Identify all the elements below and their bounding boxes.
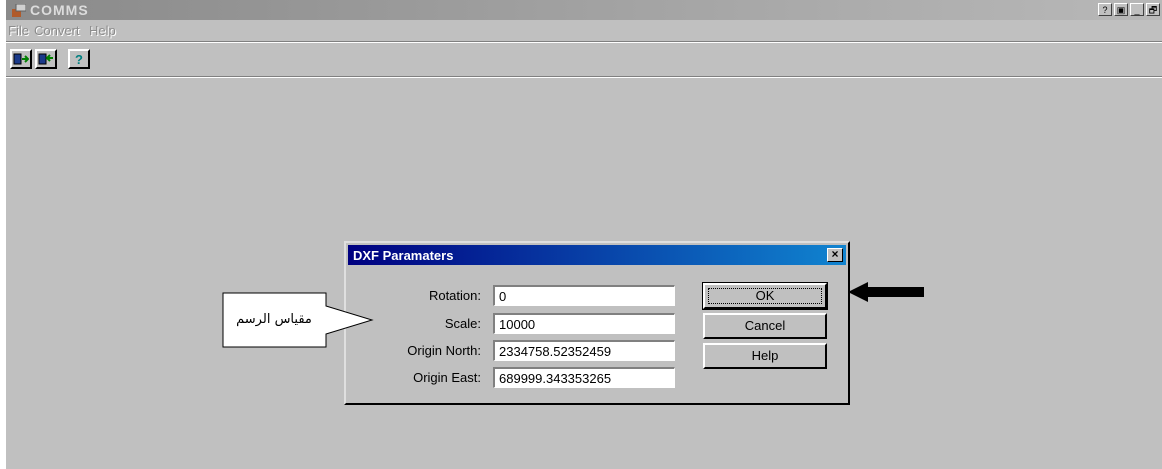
ok-button[interactable]: OK <box>702 282 828 310</box>
menu-divider <box>6 41 1162 43</box>
app-icon <box>12 4 26 17</box>
app-title: COMMS <box>30 2 89 18</box>
window-controls: ? ▣ _ 🗗 <box>1098 3 1160 16</box>
help-icon: ? <box>75 52 83 66</box>
rotation-input[interactable] <box>493 285 675 306</box>
context-help-button[interactable]: ? <box>1098 3 1112 16</box>
origin-north-input[interactable] <box>493 340 675 361</box>
maximize-button[interactable]: 🗗 <box>1146 3 1160 16</box>
callout-text: مقياس الرسم <box>236 312 312 327</box>
import-button[interactable] <box>10 49 32 69</box>
origin-east-input[interactable] <box>493 367 675 388</box>
dialog-titlebar[interactable]: DXF Paramaters × <box>348 245 846 265</box>
dialog-title: DXF Paramaters <box>353 248 454 263</box>
menu-convert[interactable]: Convert <box>34 23 80 38</box>
scale-callout: مقياس الرسم <box>222 292 382 348</box>
menu-file[interactable]: File <box>8 23 29 38</box>
export-icon <box>38 53 53 65</box>
help-button[interactable]: Help <box>703 343 827 369</box>
origin-east-label: Origin East: <box>413 370 481 385</box>
minimize-button[interactable]: _ <box>1130 3 1144 16</box>
help-button-label: Help <box>751 348 779 363</box>
svg-text:?: ? <box>75 52 83 66</box>
menu-help[interactable]: Help <box>89 23 116 38</box>
close-icon: × <box>831 247 839 261</box>
scale-input[interactable] <box>493 313 675 334</box>
cancel-button-label: Cancel <box>744 318 786 333</box>
restore-icon-button[interactable]: ▣ <box>1114 3 1128 16</box>
dxf-parameters-dialog: DXF Paramaters × Rotation: Scale: Origin… <box>344 241 850 405</box>
menu-bar: File Convert Help <box>6 21 1162 41</box>
focus-rectangle <box>708 288 822 304</box>
help-toolbar-button[interactable]: ? <box>68 49 90 69</box>
toolbar-divider <box>6 76 1162 78</box>
export-button[interactable] <box>35 49 57 69</box>
pointing-arrow-icon <box>848 282 924 302</box>
import-icon <box>13 53 29 65</box>
toolbar: ? <box>6 44 1162 74</box>
close-button[interactable]: × <box>827 248 843 262</box>
app-titlebar[interactable]: COMMS ? ▣ _ 🗗 <box>6 0 1162 20</box>
cancel-button[interactable]: Cancel <box>703 313 827 339</box>
